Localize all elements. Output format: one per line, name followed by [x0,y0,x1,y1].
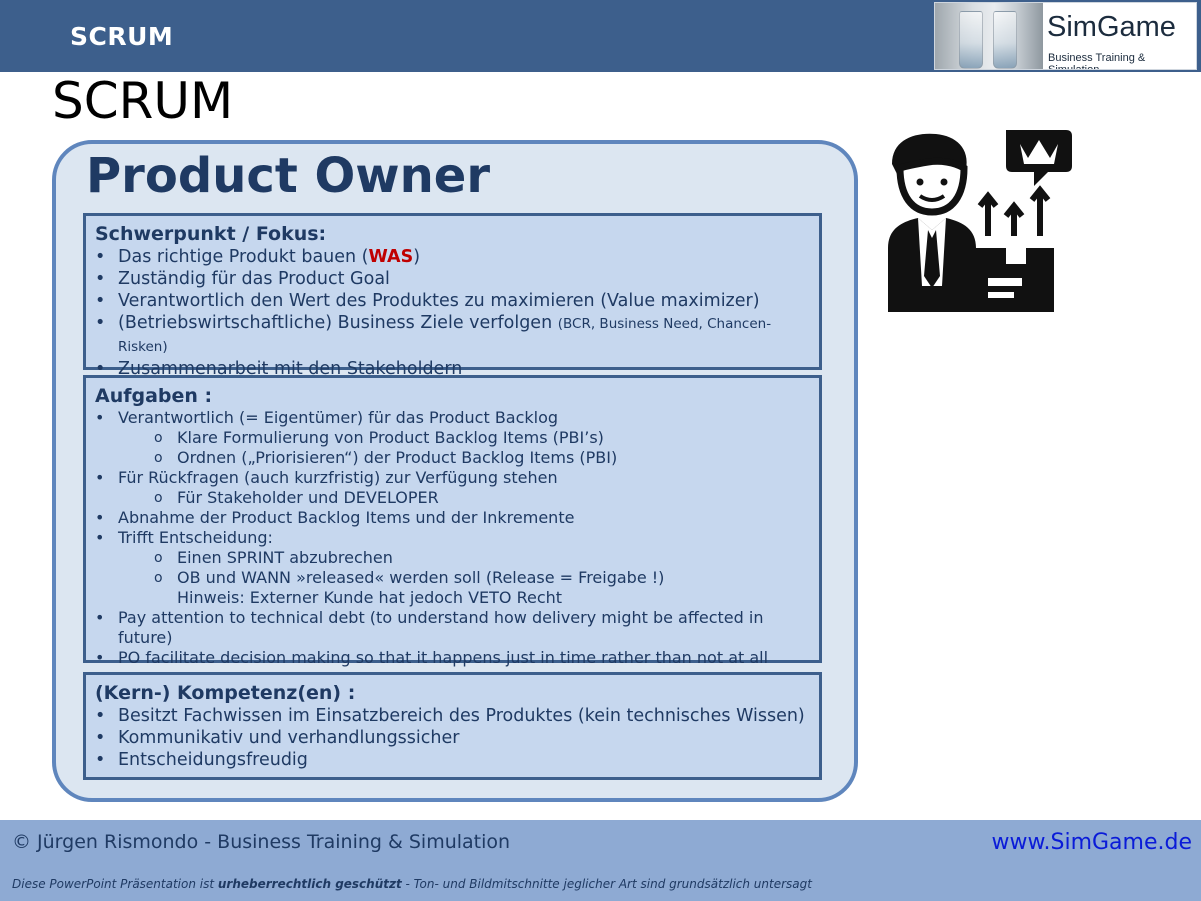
slide-title: SCRUM [52,72,234,130]
competence-box: (Kern-) Kompetenz(en) : Besitzt Fachwiss… [83,672,822,780]
focus-box: Schwerpunkt / Fokus: Das richtige Produk… [83,213,822,380]
list-item: Das richtige Produkt bauen (WAS) [95,246,809,268]
header-bar: SCRUM SimGame Business Training & Simula… [0,0,1201,72]
logo-subtitle: Business Training & Simulation [1048,52,1146,70]
glass-icon [993,11,1017,69]
sub-list-item: OB und WANN »released« werden soll (Rele… [95,568,809,588]
list-item: Kommunikativ und verhandlungssicher [95,727,809,749]
copyright-notice: Diese PowerPoint Präsentation ist urhebe… [12,877,812,891]
card-title: Product Owner [86,148,491,204]
product-owner-icon [888,130,1072,312]
competence-heading: (Kern-) Kompetenz(en) : [95,682,356,704]
list-item: Pay attention to technical debt (to unde… [95,608,809,648]
list-item: Verantwortlich den Wert des Produktes zu… [95,290,809,312]
list-item: Verantwortlich (= Eigentümer) für das Pr… [95,408,809,428]
sub-list-item: Für Stakeholder und DEVELOPER [95,488,809,508]
list-item: Für Rückfragen (auch kurzfristig) zur Ve… [95,468,809,488]
footer: © Jürgen Rismondo - Business Training & … [0,820,1201,901]
logo-title: SimGame [1047,11,1176,43]
glass-icon [959,11,983,69]
website-link[interactable]: www.SimGame.de [992,830,1192,855]
copyright-text: © Jürgen Rismondo - Business Training & … [12,831,511,853]
hint-line: Hinweis: Externer Kunde hat jedoch VETO … [177,588,563,607]
sub-list-item: Ordnen („Priorisieren“) der Product Back… [95,448,809,468]
logo-photo [935,3,1043,69]
tasks-list: Verantwortlich (= Eigentümer) für das Pr… [95,408,809,668]
list-item: Trifft Entscheidung: [95,528,809,548]
focus-list: Das richtige Produkt bauen (WAS) Zuständ… [95,246,809,380]
list-item: Abnahme der Product Backlog Items und de… [95,508,809,528]
competence-list: Besitzt Fachwissen im Einsatzbereich des… [95,705,809,771]
list-item: Besitzt Fachwissen im Einsatzbereich des… [95,705,809,727]
list-item: (Betriebswirtschaftliche) Business Ziele… [95,312,809,358]
sub-list-item: Einen SPRINT abzubrechen [95,548,809,568]
tasks-heading: Aufgaben : [95,385,213,407]
list-item: Zuständig für das Product Goal [95,268,809,290]
tasks-box: Aufgaben : Verantwortlich (= Eigentümer)… [83,375,822,668]
simgame-logo: SimGame Business Training & Simulation [934,2,1197,70]
focus-heading: Schwerpunkt / Fokus: [95,223,327,245]
sub-list-item: Klare Formulierung von Product Backlog I… [95,428,809,448]
list-item: Entscheidungsfreudig [95,749,809,771]
header-label: SCRUM [70,22,174,51]
was-highlight: WAS [368,247,414,267]
list-item: PO facilitate decision making so that it… [95,648,809,668]
